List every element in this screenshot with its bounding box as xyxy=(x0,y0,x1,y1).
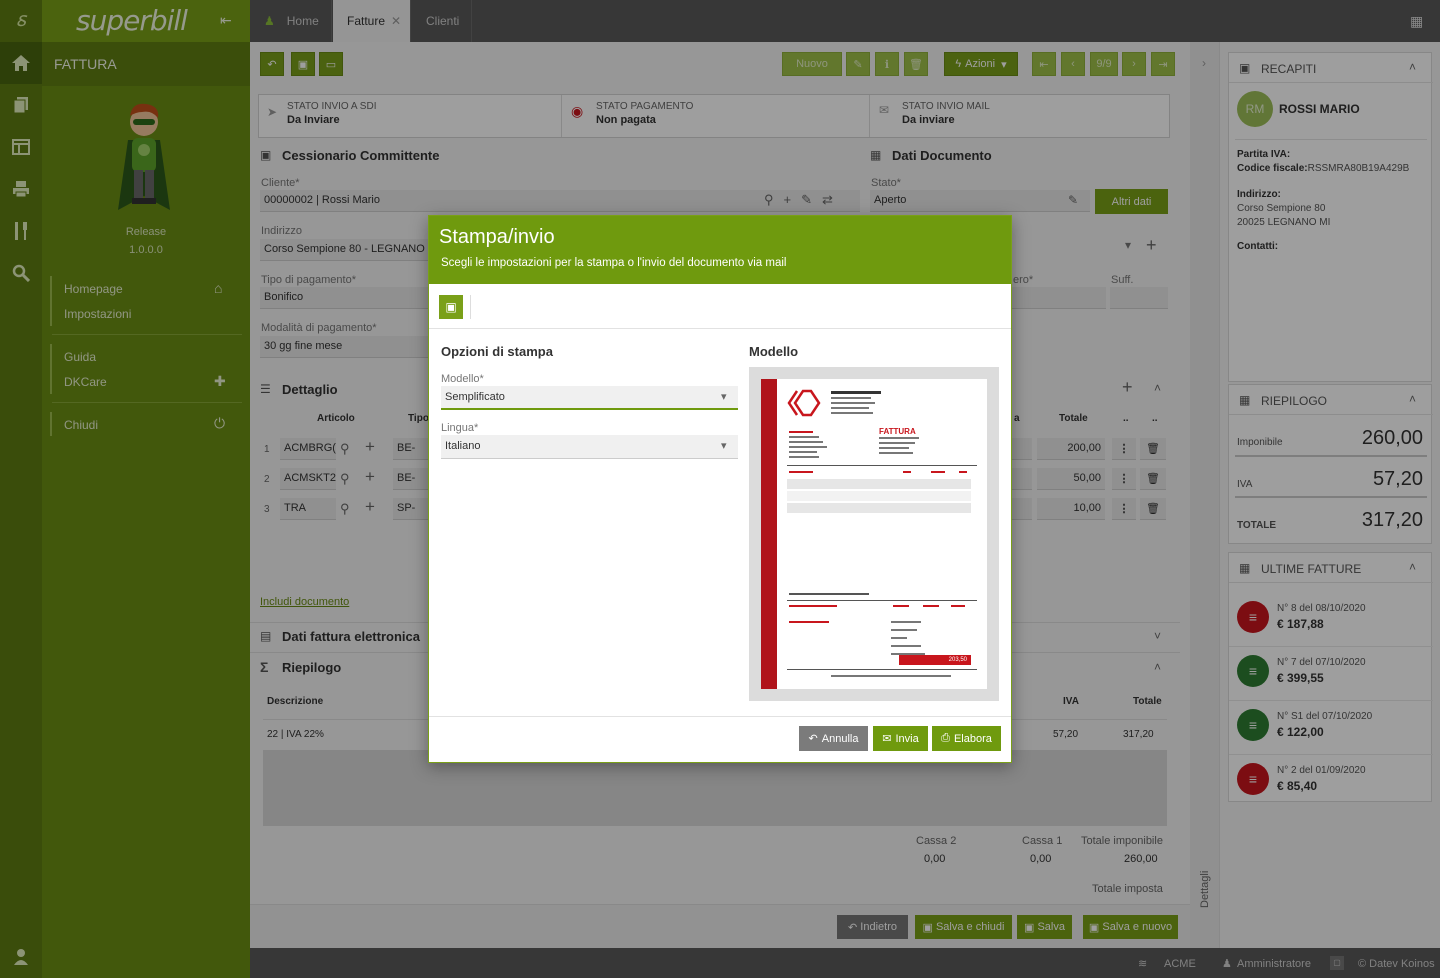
dialog-subtitle: Scegli le impostazioni per la stampa o l… xyxy=(441,257,787,269)
caret-down-icon: ▾ xyxy=(721,440,727,452)
send-mail-icon: ✉ xyxy=(882,733,892,745)
invia-label: Invia xyxy=(895,732,919,745)
preview-row xyxy=(787,503,971,513)
preview-total-band: 203,50 xyxy=(899,655,971,665)
dialog-title: Stampa/invio xyxy=(439,226,555,248)
modello-label: Modello* xyxy=(441,373,484,385)
lingua-value: Italiano xyxy=(445,440,481,452)
preview-row xyxy=(787,479,971,489)
elabora-button[interactable]: ⎙ Elabora xyxy=(932,726,1001,751)
divider xyxy=(429,328,1011,329)
opzioni-title: Opzioni di stampa xyxy=(441,344,553,359)
caret-down-icon: ▾ xyxy=(721,391,727,403)
template-preview[interactable]: FATTURA 203,50 xyxy=(749,367,999,701)
preview-rule xyxy=(787,465,977,466)
invia-button[interactable]: ✉ Invia xyxy=(873,726,928,751)
preview-doc-title: FATTURA xyxy=(879,427,916,436)
elabora-label: Elabora xyxy=(953,732,992,745)
modello-select[interactable]: Semplificato ▾ xyxy=(441,386,738,410)
preview-table-header xyxy=(789,469,977,475)
preview-iva-header xyxy=(789,605,977,611)
annulla-button[interactable]: ↶ Annulla xyxy=(799,726,868,751)
dialog-header: Stampa/invio Scegli le impostazioni per … xyxy=(429,216,1011,284)
preview-red-band xyxy=(761,379,777,689)
lingua-select[interactable]: Italiano ▾ xyxy=(441,435,738,459)
printer-icon: ⎙ xyxy=(941,732,950,744)
preview-paper: FATTURA 203,50 xyxy=(761,379,987,689)
divider xyxy=(470,295,471,319)
preview-title: Modello xyxy=(749,344,799,359)
preview-meta-lines xyxy=(879,437,929,454)
preview-row xyxy=(787,491,971,501)
preview-logo-icon xyxy=(787,389,821,417)
undo-icon: ↶ xyxy=(808,733,818,745)
preview-rule xyxy=(787,669,977,670)
preview-dest-lines xyxy=(789,431,849,458)
annulla-label: Annulla xyxy=(821,732,859,745)
preview-totals xyxy=(891,621,971,655)
stampa-invio-dialog: Stampa/invio Scegli le impostazioni per … xyxy=(428,215,1012,763)
preview-rule xyxy=(787,600,977,601)
print-preview-button[interactable]: ▣ xyxy=(439,295,463,319)
preview-header-lines xyxy=(831,391,891,414)
divider xyxy=(429,716,1011,717)
preview-total-value: 203,50 xyxy=(948,657,967,663)
preview-footer-line xyxy=(831,675,951,677)
preview-note-line xyxy=(789,593,869,595)
modello-value: Semplificato xyxy=(445,391,505,403)
preview-payment-line xyxy=(789,621,829,623)
lingua-label: Lingua* xyxy=(441,422,479,434)
